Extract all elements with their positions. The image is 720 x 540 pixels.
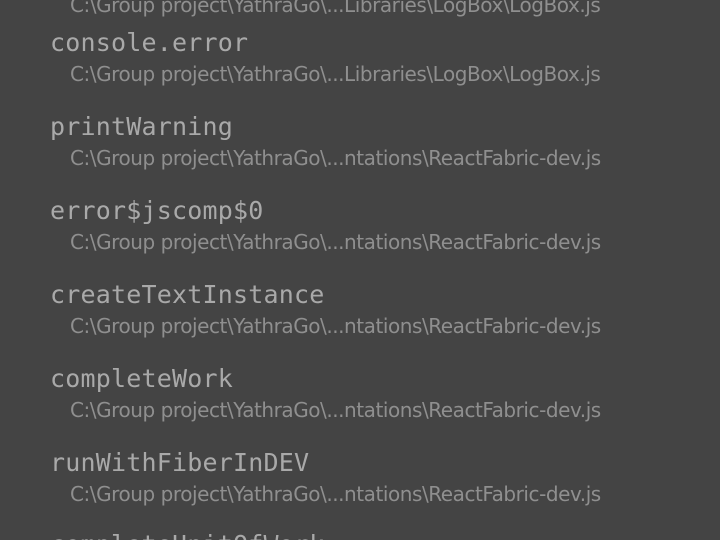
- frame-file-path: C:\Group project\YathraGo\...ntations\Re…: [70, 482, 601, 506]
- stack-frame[interactable]: error$jscomp$0 C:\Group project\YathraGo…: [0, 196, 720, 280]
- stack-frame[interactable]: printWarning C:\Group project\YathraGo\.…: [0, 112, 720, 196]
- frame-file-path: C:\Group project\YathraGo\...ntations\Re…: [70, 398, 601, 422]
- frame-function-name: error$jscomp$0: [50, 196, 264, 225]
- frame-function-name: createTextInstance: [50, 280, 325, 309]
- stack-frame[interactable]: completeWork C:\Group project\YathraGo\.…: [0, 364, 720, 448]
- stack-frame[interactable]: runWithFiberInDEV C:\Group project\Yathr…: [0, 448, 720, 532]
- frame-file-path: C:\Group project\YathraGo\...ntations\Re…: [70, 146, 601, 170]
- frame-file-path: C:\Group project\YathraGo\...ntations\Re…: [70, 314, 601, 338]
- frame-function-name: printWarning: [50, 112, 234, 141]
- frame-function-name: completeUnitOfWork: [50, 530, 325, 540]
- stack-frame[interactable]: console.error C:\Group project\YathraGo\…: [0, 28, 720, 112]
- stack-frame[interactable]: completeUnitOfWork: [0, 530, 720, 540]
- frame-file-path: C:\Group project\YathraGo\...Libraries\L…: [70, 62, 601, 86]
- frame-function-name: console.error: [50, 28, 249, 57]
- call-stack-list: C:\Group project\YathraGo\...Libraries\L…: [0, 0, 720, 540]
- frame-file-path: C:\Group project\YathraGo\...ntations\Re…: [70, 230, 601, 254]
- frame-function-name: runWithFiberInDEV: [50, 448, 310, 477]
- frame-file-path: C:\Group project\YathraGo\...Libraries\L…: [70, 0, 601, 17]
- frame-function-name: completeWork: [50, 364, 234, 393]
- stack-frame[interactable]: createTextInstance C:\Group project\Yath…: [0, 280, 720, 364]
